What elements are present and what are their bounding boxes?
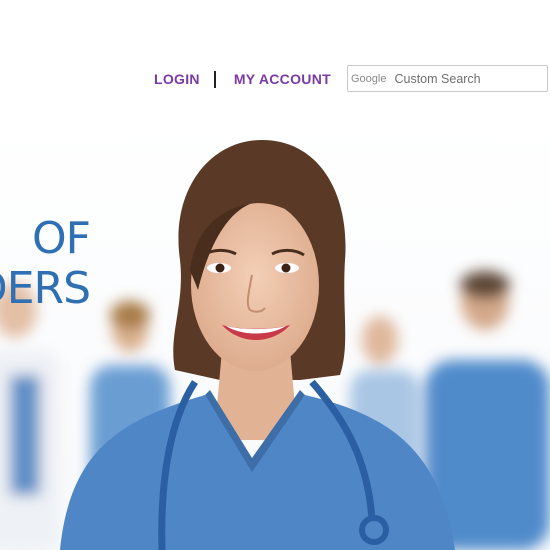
hero-headline: OF DERS [0,213,91,314]
search-box[interactable]: Google [347,65,548,92]
login-link[interactable]: LOGIN [154,71,200,87]
site-header: LOGIN MY ACCOUNT Google [0,0,550,120]
my-account-link[interactable]: MY ACCOUNT [234,71,331,87]
search-input[interactable] [394,71,535,86]
headline-line-1: OF [32,213,91,264]
hero-banner: OF DERS [0,120,550,550]
google-logo: Google [351,72,387,85]
top-nav: LOGIN MY ACCOUNT [154,68,331,90]
headline-line-2: DERS [0,263,91,314]
hero-photo [0,140,550,550]
nav-divider [213,70,216,88]
